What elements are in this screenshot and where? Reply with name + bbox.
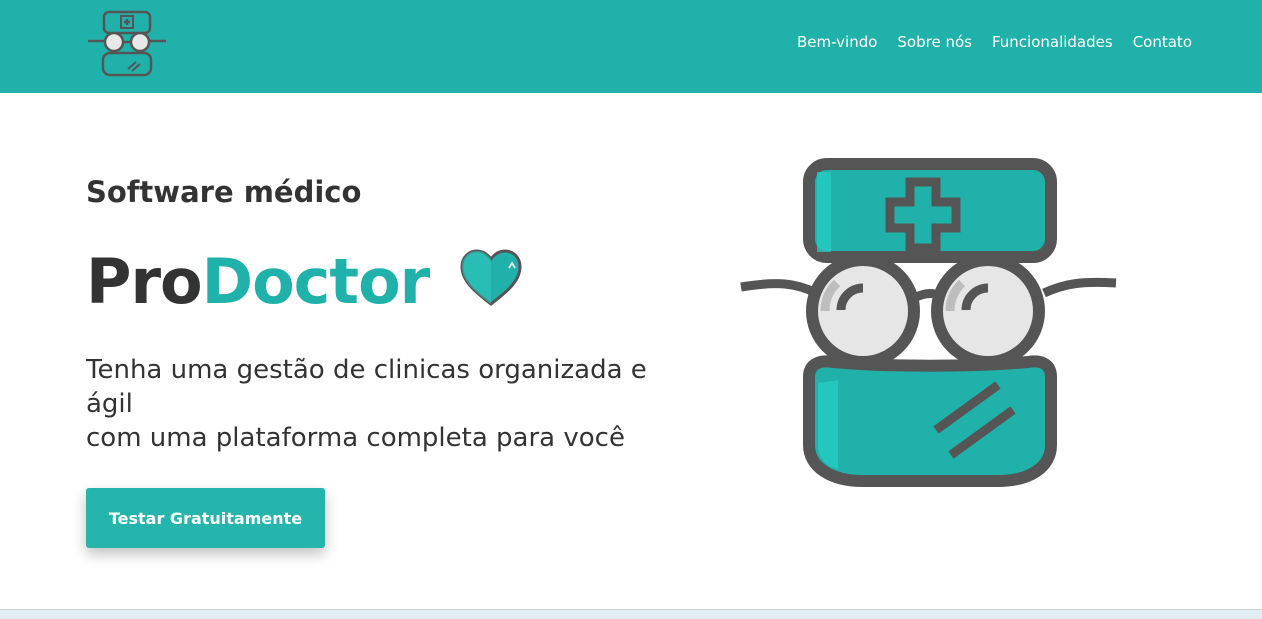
navbar: Bem-vindo Sobre nós Funcionalidades Cont…: [0, 0, 1262, 93]
hero-description-line1: Tenha uma gestão de clinicas organizada …: [86, 355, 647, 419]
doctor-face-illustration: [738, 155, 1122, 491]
try-free-button[interactable]: Testar Gratuitamente: [86, 488, 325, 548]
hero-description: Tenha uma gestão de clinicas organizada …: [86, 353, 656, 455]
nav-link-contato[interactable]: Contato: [1133, 33, 1192, 51]
nav-menu: Bem-vindo Sobre nós Funcionalidades Cont…: [797, 33, 1192, 51]
hero-title: ProDoctor: [86, 245, 431, 318]
nav-link-sobre-nos[interactable]: Sobre nós: [897, 33, 972, 51]
nav-link-bem-vindo[interactable]: Bem-vindo: [797, 33, 877, 51]
hero-subtitle: Software médico: [86, 175, 362, 209]
heart-icon: [458, 248, 524, 308]
hero-title-doctor: Doctor: [201, 245, 431, 318]
nav-link-funcionalidades[interactable]: Funcionalidades: [992, 33, 1113, 51]
hero-title-pro: Pro: [86, 245, 203, 318]
logo-icon[interactable]: [86, 9, 168, 79]
hero-description-line2: com uma plataforma completa para você: [86, 423, 625, 453]
